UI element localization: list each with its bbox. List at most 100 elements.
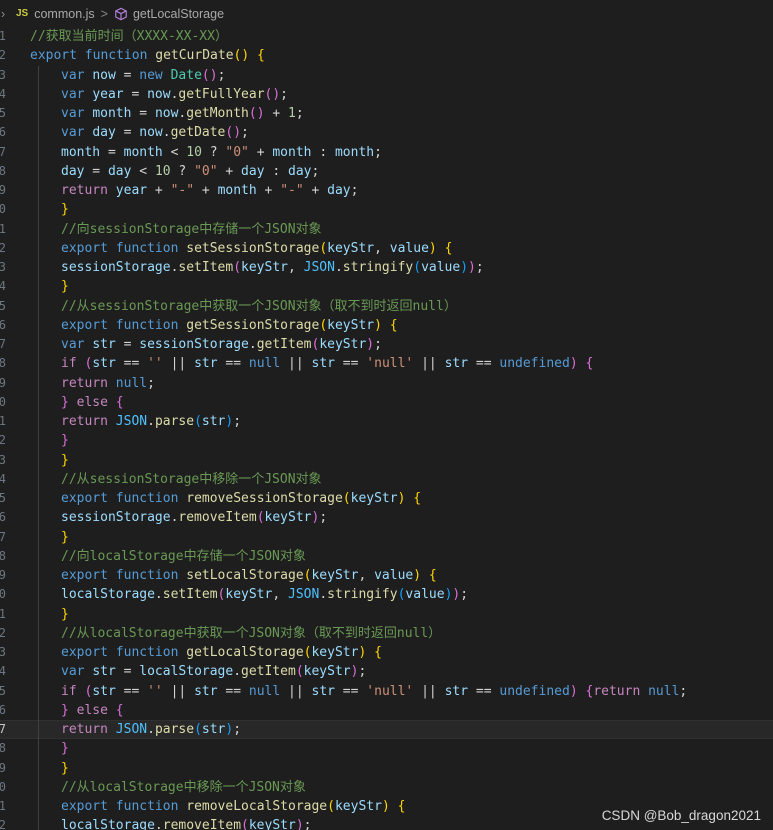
code-line[interactable]: 5 export function removeSessionStorage(ke… xyxy=(0,489,773,509)
code-token: keyStr xyxy=(241,260,288,275)
code-line[interactable]: 4 var year = now.getFullYear(); xyxy=(0,84,773,104)
code-line[interactable]: 7 return JSON.parse(str); xyxy=(0,720,773,740)
code-line[interactable]: 5 if (str == '' || str == null || str == … xyxy=(0,681,773,701)
code-token: () xyxy=(225,125,242,141)
code-token: getSessionStorage xyxy=(186,317,320,333)
breadcrumb-symbol-name[interactable]: getLocalStorage xyxy=(133,7,224,21)
indent-guide xyxy=(38,296,39,316)
code-token: ) xyxy=(569,683,578,699)
code-token: value xyxy=(389,240,429,256)
code-token: } xyxy=(61,606,69,622)
code-token: removeSessionStorage xyxy=(186,491,343,506)
code-line[interactable]: 1 return JSON.parse(str); xyxy=(0,412,773,432)
code-token: export xyxy=(61,240,108,256)
breadcrumb-file-name[interactable]: common.js xyxy=(34,7,94,21)
code-token: , xyxy=(288,260,304,275)
code-token: = xyxy=(115,337,140,352)
code-token: //从sessionStorage中移除一个JSON对象 xyxy=(61,471,322,487)
code-line[interactable]: 3 export function getLocalStorage(keyStr)… xyxy=(0,643,773,663)
code-line[interactable]: 6 sessionStorage.removeItem(keyStr); xyxy=(0,508,773,528)
code-line[interactable]: 9 return null; xyxy=(0,373,773,393)
code-line[interactable]: 4} xyxy=(0,277,773,297)
line-number: 6 xyxy=(0,510,6,525)
indent-guide xyxy=(38,219,39,239)
code-token: . xyxy=(248,337,257,352)
code-token: . xyxy=(162,125,171,141)
code-line[interactable]: 9} xyxy=(0,758,773,778)
code-line[interactable]: 4 var str = localStorage.getItem(keyStr); xyxy=(0,662,773,682)
code-token: () xyxy=(264,86,281,102)
code-line[interactable]: 6 export function getSessionStorage(keySt… xyxy=(0,315,773,335)
code-line[interactable]: 1 //向sessionStorage中存储一个JSON对象 xyxy=(0,219,773,239)
code-line[interactable]: 9 return year + "-" + month + "-" + day; xyxy=(0,181,773,201)
code-token: year xyxy=(115,183,148,198)
code-token: JSON xyxy=(115,414,148,429)
code-line[interactable]: 6 var day = now.getDate(); xyxy=(0,123,773,143)
indent-guide xyxy=(38,412,39,432)
code-token: { xyxy=(428,568,437,583)
code-line[interactable]: 2 export function getCurDate() { xyxy=(0,46,773,65)
code-line-content: sessionStorage.removeItem(keyStr); xyxy=(61,508,327,527)
code-token: JSON xyxy=(303,260,335,275)
code-line-content: var now = new Date(); xyxy=(61,66,225,85)
code-token: } xyxy=(61,529,69,545)
code-line[interactable]: 0} else { xyxy=(0,392,773,412)
code-line[interactable]: 7 var str = sessionStorage.getItem(keyStr… xyxy=(0,335,773,355)
code-line[interactable]: 0 localStorage.setItem(keyStr, JSON.strin… xyxy=(0,585,773,605)
code-line[interactable]: 2 //从localStorage中获取一个JSON对象（取不到时返回null） xyxy=(0,623,773,643)
code-line[interactable]: 4 //从sessionStorage中移除一个JSON对象 xyxy=(0,469,773,489)
code-token: now xyxy=(139,125,163,141)
code-line[interactable]: 3 sessionStorage.setItem(keyStr, JSON.str… xyxy=(0,258,773,278)
code-line[interactable]: 7 month = month < 10 ? "0" + month : mont… xyxy=(0,142,773,162)
code-line[interactable]: 8 //向localStorage中存储一个JSON对象 xyxy=(0,546,773,566)
code-token: '' xyxy=(147,683,163,699)
code-token: month xyxy=(123,144,163,160)
code-token: keyStr xyxy=(311,645,359,660)
code-token: return xyxy=(61,722,108,737)
code-line[interactable]: 3 var now = new Date(); xyxy=(0,65,773,85)
code-line[interactable]: 0 //从localStorage中移除一个JSON对象 xyxy=(0,777,773,797)
code-token: JSON xyxy=(115,722,148,737)
code-token: month xyxy=(217,183,257,198)
code-token: , xyxy=(272,587,288,603)
code-token: + xyxy=(303,183,328,198)
code-line[interactable]: 1 //获取当前时间（XXXX-XX-XX） xyxy=(0,27,773,46)
code-line[interactable]: 6} else { xyxy=(0,700,773,720)
code-line[interactable]: 5 //从sessionStorage中获取一个JSON对象（取不到时返回null… xyxy=(0,296,773,316)
code-area[interactable]: 1 //获取当前时间（XXXX-XX-XX） 2 export function ge… xyxy=(0,27,773,830)
code-token: || xyxy=(413,683,445,699)
code-token: return xyxy=(61,183,108,198)
code-line[interactable]: 0} xyxy=(0,200,773,220)
code-editor[interactable]: › JS common.js > getLocalStorage 1 //获取当前… xyxy=(0,0,773,830)
code-token: //向sessionStorage中存储一个JSON对象 xyxy=(61,221,322,237)
code-token: ( xyxy=(194,414,202,429)
code-token: ; xyxy=(311,163,320,179)
indent-guide xyxy=(38,373,39,393)
code-line[interactable]: 9 export function setLocalStorage(keyStr,… xyxy=(0,566,773,586)
code-token: if xyxy=(61,356,77,372)
chevron-right-icon[interactable]: › xyxy=(0,6,8,21)
code-line[interactable]: 8} xyxy=(0,739,773,759)
code-token: now xyxy=(154,106,179,121)
code-line[interactable]: 2 export function setSessionStorage(keySt… xyxy=(0,238,773,258)
code-line-content: } else { xyxy=(61,393,124,412)
code-line[interactable]: 7} xyxy=(0,527,773,547)
code-line[interactable]: 1} xyxy=(0,604,773,624)
code-line[interactable]: 5 var month = now.getMonth() + 1; xyxy=(0,104,773,124)
code-token: month xyxy=(272,144,312,160)
indent-guide xyxy=(38,84,39,104)
indent-guide xyxy=(38,758,39,778)
code-line-content: export function removeLocalStorage(keySt… xyxy=(61,797,405,816)
code-token: var xyxy=(61,86,85,102)
code-line[interactable]: 8 if (str == '' || str == null || str == … xyxy=(0,354,773,374)
code-line[interactable]: 8 day = day < 10 ? "0" + day : day; xyxy=(0,161,773,181)
code-token: export xyxy=(61,491,108,506)
code-line[interactable]: 3} xyxy=(0,450,773,470)
code-token: day xyxy=(327,183,351,198)
code-token: removeItem xyxy=(178,510,257,526)
code-token: ( xyxy=(256,510,265,526)
code-line[interactable]: 2} xyxy=(0,431,773,451)
code-token: sessionStorage xyxy=(61,510,171,526)
